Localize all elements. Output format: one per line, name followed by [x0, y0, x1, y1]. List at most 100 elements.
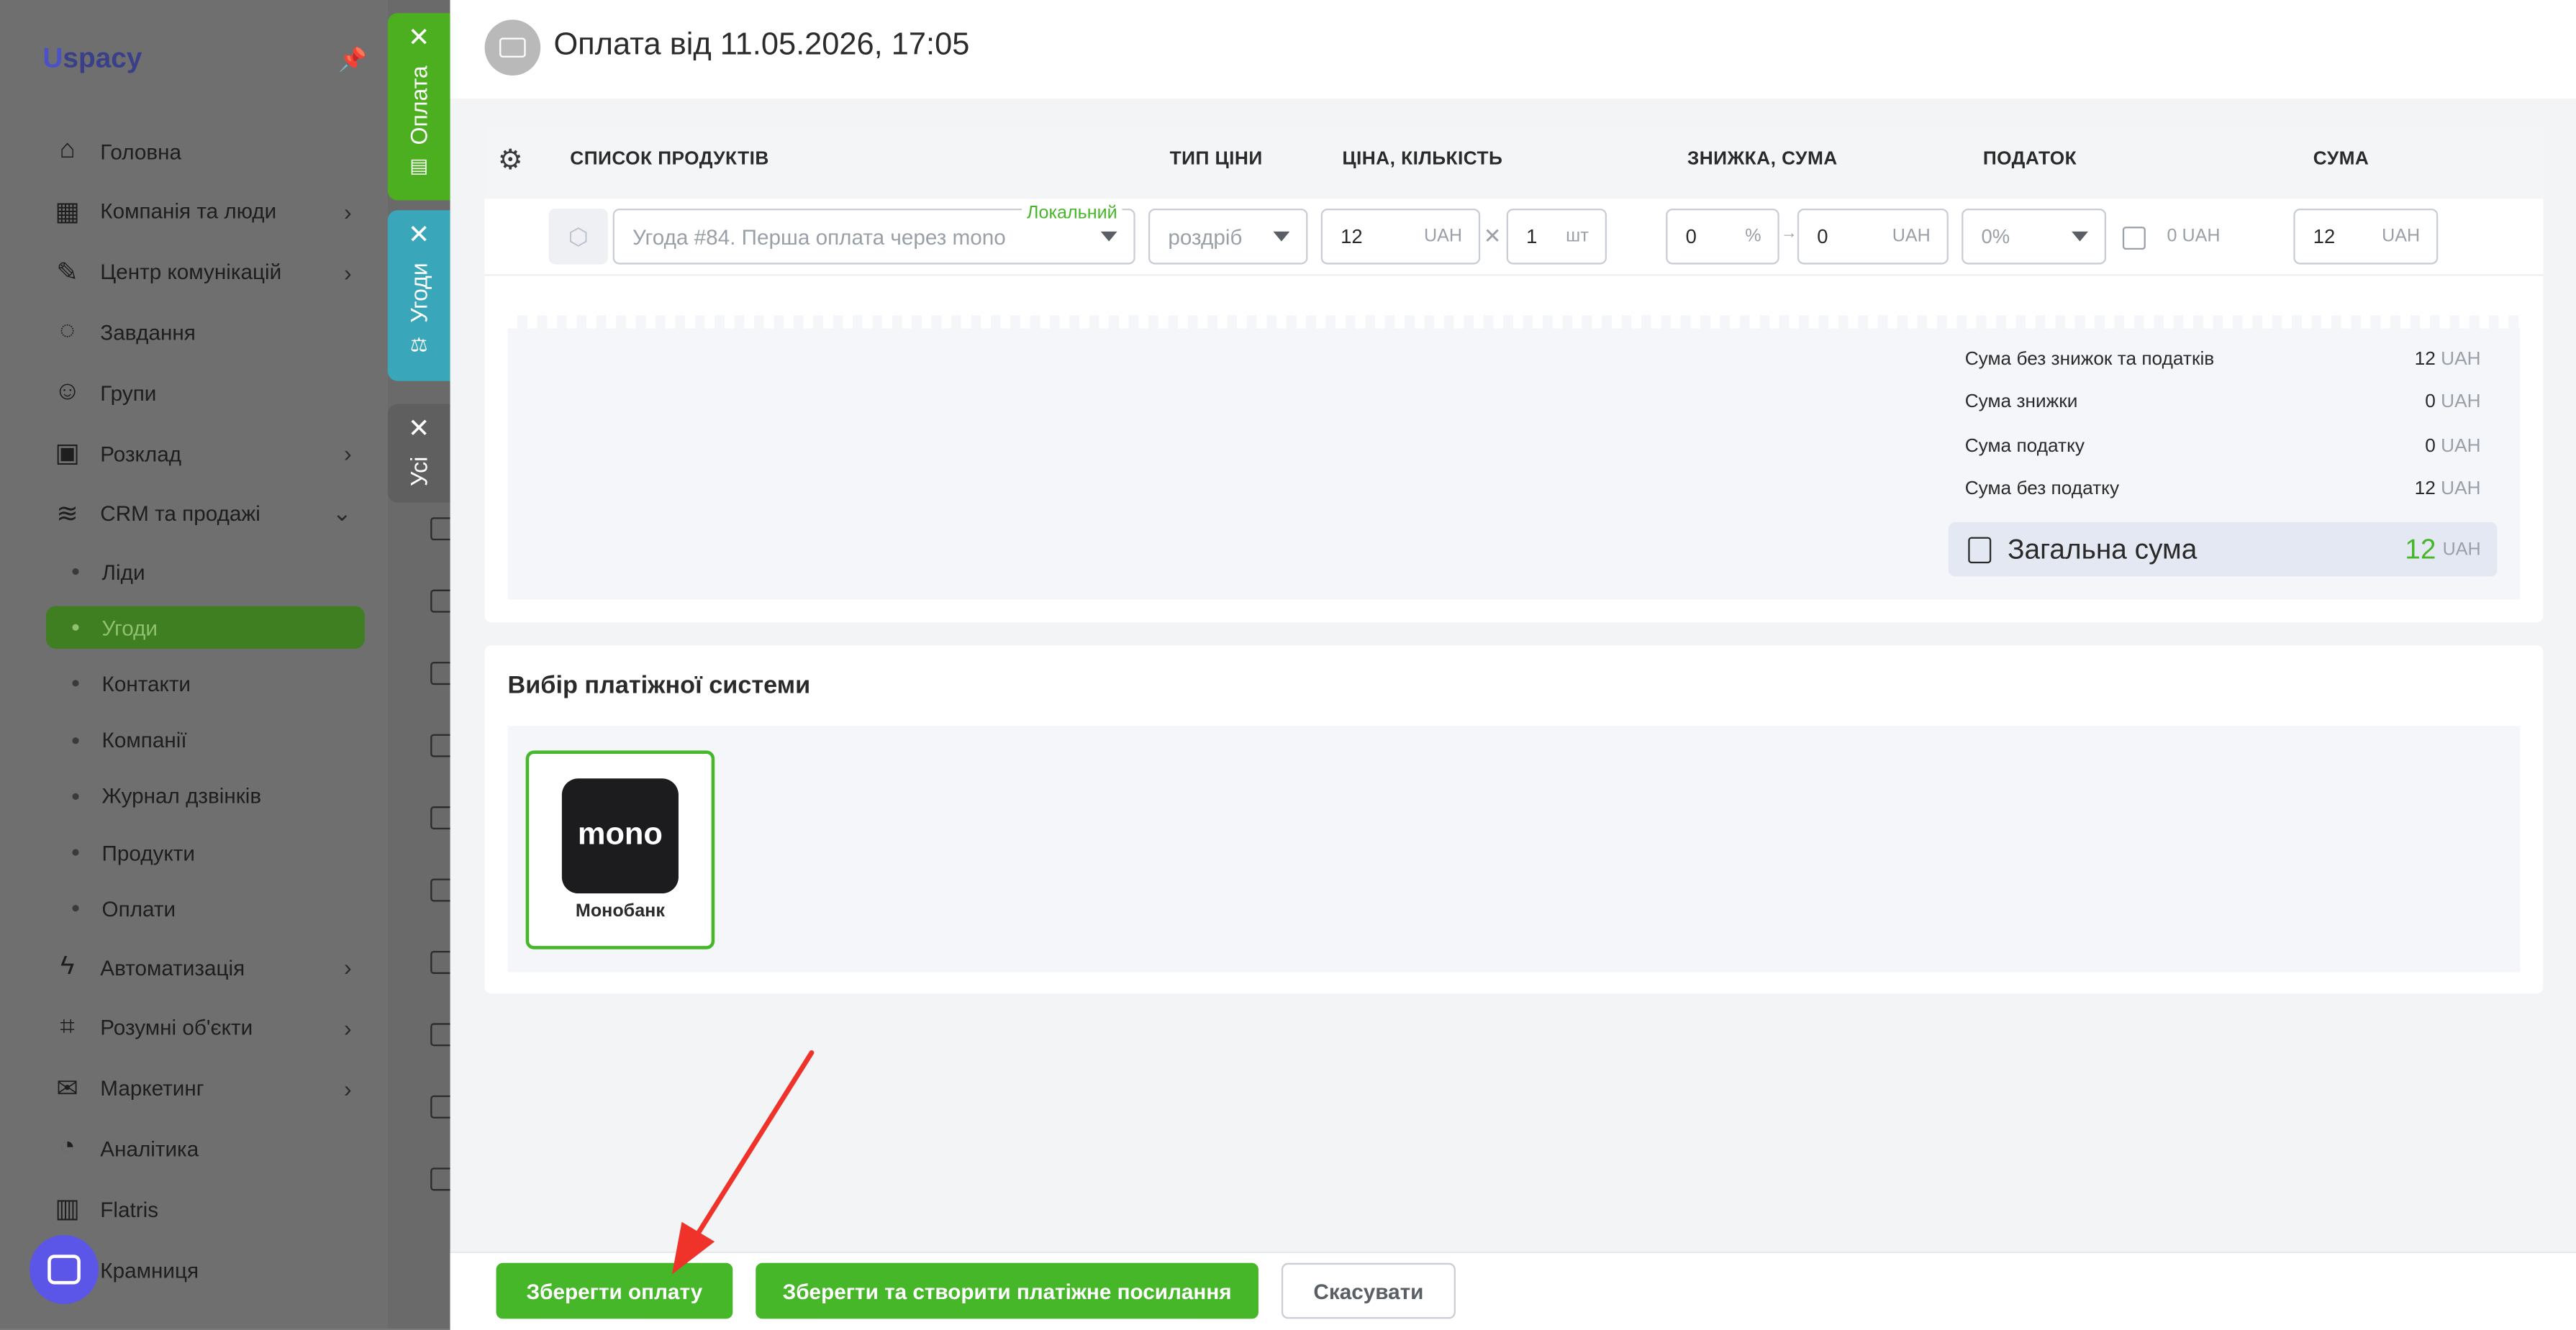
col-price-qty: ЦІНА, КІЛЬКІСТЬ — [1342, 149, 1503, 170]
sidebar-subitem-3[interactable]: Компанії — [72, 719, 364, 761]
local-badge: Локальний — [1022, 204, 1123, 224]
bullet-icon — [72, 905, 79, 912]
sidebar-item-label: Групи — [100, 380, 157, 406]
payment-option-label: Монобанк — [575, 901, 665, 921]
sum-input[interactable]: 12 UAH — [2293, 208, 2439, 265]
monobank-logo: mono — [561, 778, 679, 894]
close-icon[interactable]: ✕ — [408, 222, 430, 250]
summary-value: 0 UAH — [2425, 393, 2481, 413]
company-icon: ▦ — [55, 198, 80, 227]
chevron-right-icon: › — [343, 1014, 352, 1042]
bullet-icon — [72, 737, 79, 744]
bullet-icon — [72, 849, 79, 856]
discount-percent-input[interactable]: 0% — [1666, 208, 1779, 265]
tab-payment[interactable]: ✕ Оплата ▤ — [387, 13, 450, 201]
sidebar-item-label: Розумні об'єкти — [100, 1015, 253, 1040]
discount-sum-input[interactable]: 0 UAH — [1797, 208, 1949, 265]
sidebar-item-b1[interactable]: ⌗ Розумні об'єкти › — [49, 1003, 361, 1052]
chevron-down-icon: ⌄ — [332, 499, 352, 527]
sidebar-subitem-label: Продукти — [101, 839, 195, 865]
sidebar-subitem-0[interactable]: Ліди — [72, 550, 364, 593]
quantity-input[interactable]: 1 шт — [1506, 208, 1607, 265]
bullet-icon — [72, 568, 79, 575]
sidebar-subitem-6[interactable]: Оплати — [72, 887, 364, 929]
sidebar-item-b3[interactable]: ◔ Аналітика — [49, 1124, 361, 1173]
receipt-edge — [507, 315, 2521, 329]
save-and-create-link-button[interactable]: Зберегти та створити платіжне посилання — [756, 1262, 1258, 1319]
sidebar-subitem-5[interactable]: Продукти — [72, 831, 364, 873]
chat-widget-button[interactable] — [30, 1234, 99, 1304]
gear-icon[interactable]: ⚙ — [498, 145, 523, 178]
sidebar-subitem-label: Ліди — [101, 559, 145, 584]
tax-included-checkbox[interactable] — [2122, 227, 2146, 250]
tab-deals[interactable]: ✕ Угоди ⚖ — [387, 210, 450, 381]
col-price-type: ТИП ЦІНИ — [1169, 149, 1263, 170]
sidebar-item-1[interactable]: ▦ Компанія та люди › — [49, 187, 361, 236]
database-icon: ≋ — [56, 500, 78, 529]
sidebar-subitem-label: Журнал дзвінків — [101, 783, 262, 809]
sidebar-subitem-1[interactable]: Угоди — [45, 606, 365, 650]
chevron-right-icon: › — [343, 1075, 352, 1102]
price-input[interactable]: 12 UAH — [1320, 208, 1481, 265]
sidebar-item-label: Крамниця — [100, 1257, 199, 1283]
analytics-icon: ◔ — [59, 1134, 76, 1162]
total-sum: Загальна сума 12 UAH — [1948, 522, 2498, 577]
users-icon: ☺ — [53, 378, 81, 406]
sidebar-subitem-label: Оплати — [101, 896, 176, 921]
sidebar-subitem-4[interactable]: Журнал дзвінків — [72, 775, 364, 817]
tax-select[interactable]: 0% — [1962, 208, 2107, 265]
price-type-select[interactable]: роздріб — [1148, 208, 1308, 265]
deals-icon: ⚖ — [409, 332, 428, 356]
scan-icon: ⌗ — [60, 1013, 75, 1042]
summary-value: 12 UAH — [2414, 350, 2481, 370]
close-icon[interactable]: ✕ — [408, 25, 430, 53]
sidebar-item-6[interactable]: ≋ CRM та продажі ⌄ — [49, 489, 361, 538]
sidebar-item-label: Flatris — [100, 1196, 159, 1221]
summary-value: 0 UAH — [2425, 436, 2481, 456]
sidebar-item-label: Центр комунікацій — [100, 259, 282, 285]
sidebar-item-label: Аналітика — [100, 1136, 199, 1161]
sidebar-item-3[interactable]: ◌ Завдання — [49, 308, 361, 357]
summary-label: Сума без знижок та податків — [1964, 350, 2215, 370]
home-icon: ⌂ — [59, 136, 76, 165]
calendar-icon: ▣ — [55, 439, 80, 468]
app-logo[interactable]: Uspacy — [42, 42, 142, 76]
sidebar-subitem-2[interactable]: Контакти — [72, 662, 364, 705]
sidebar-subitem-label: Угоди — [101, 615, 158, 640]
sidebar-item-b2[interactable]: ✉ Маркетинг › — [49, 1064, 361, 1113]
sidebar-item-0[interactable]: ⌂ Головна — [49, 127, 361, 176]
receipt-icon — [1968, 536, 1992, 562]
caret-down-icon — [2072, 231, 2088, 242]
sidebar-item-label: Головна — [100, 138, 182, 164]
payment-system-title: Вибір платіжної системи — [507, 671, 811, 700]
summary-label: Сума без податку — [1964, 479, 2120, 499]
col-products: СПИСОК ПРОДУКТІВ — [570, 149, 769, 170]
flatris-icon: ▥ — [55, 1195, 80, 1224]
page-title: Оплата від 11.05.2026, 17:05 — [553, 27, 970, 63]
sidebar-item-5[interactable]: ▣ Розклад › — [49, 429, 361, 478]
arrow-right-icon: → — [1780, 224, 1797, 243]
sidebar-item-b0[interactable]: ϟ Автоматизація › — [49, 943, 361, 992]
sidebar-item-4[interactable]: ☺ Групи — [49, 368, 361, 417]
tax-amount: 0 UAH — [2167, 227, 2221, 247]
close-icon[interactable]: ✕ — [408, 416, 430, 444]
bullet-icon — [72, 793, 79, 800]
col-tax: ПОДАТОК — [1982, 149, 2077, 170]
annotation-arrow — [671, 1050, 815, 1275]
sidebar-item-2[interactable]: ✎ Центр комунікацій › — [49, 247, 361, 296]
col-discount: ЗНИЖКА, СУМА — [1687, 149, 1838, 170]
caret-down-icon — [1273, 231, 1290, 242]
cancel-button[interactable]: Скасувати — [1281, 1262, 1456, 1319]
sidebar-item-label: Завдання — [100, 319, 196, 345]
pin-icon[interactable]: 📌 — [338, 46, 367, 74]
summary-label: Сума податку — [1964, 436, 2085, 456]
sidebar-item-label: Маркетинг — [100, 1075, 204, 1101]
tab-all[interactable]: ✕ Усі — [387, 404, 450, 503]
product-icon: ⬡ — [548, 208, 608, 265]
bullet-icon — [72, 624, 79, 632]
sidebar-item-b4[interactable]: ▥ Flatris — [49, 1185, 361, 1234]
chevron-right-icon: › — [343, 258, 352, 286]
table-header — [484, 124, 2544, 199]
chevron-right-icon: › — [343, 954, 352, 981]
payment-system-list — [507, 726, 2521, 973]
